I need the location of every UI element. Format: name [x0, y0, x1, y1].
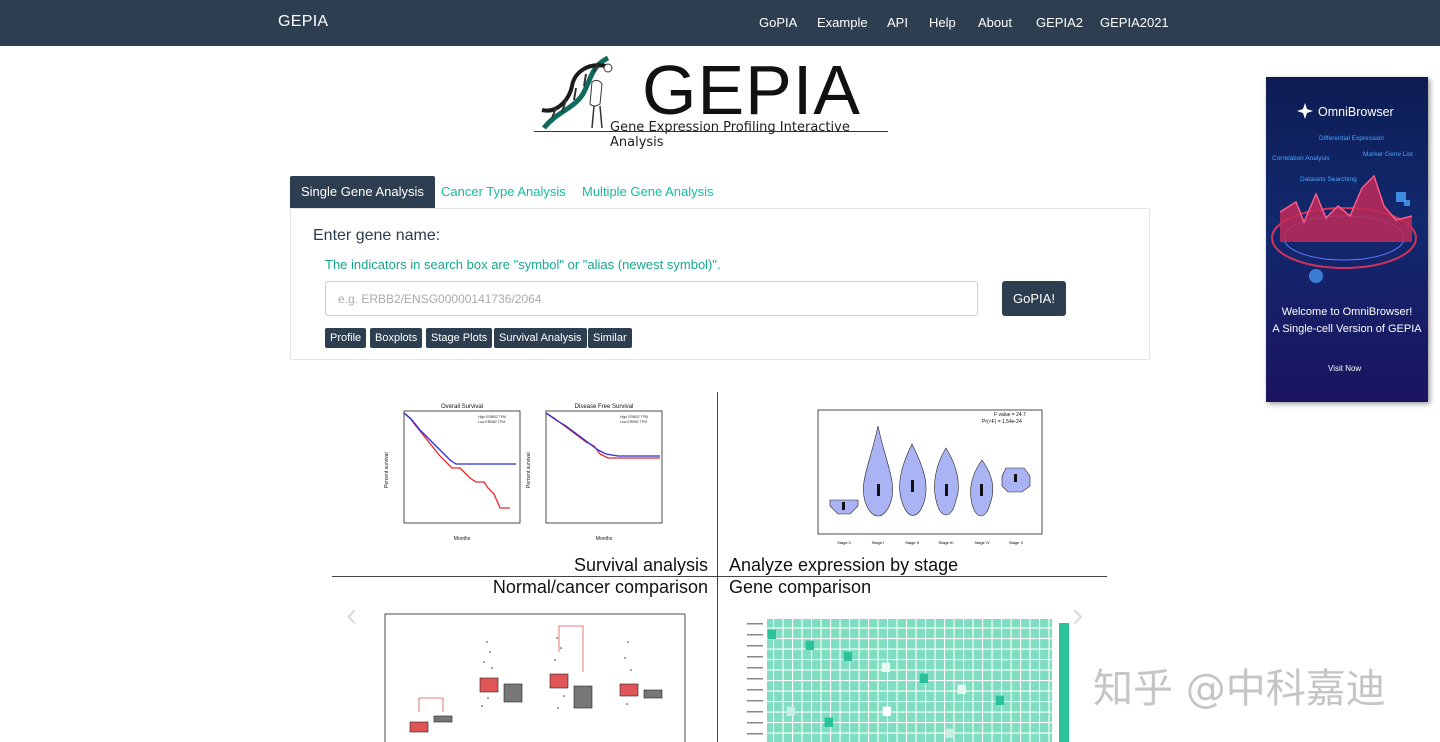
dna-mascot-icon	[541, 55, 613, 130]
tab-cancer-type[interactable]: Cancer Type Analysis	[430, 176, 577, 208]
dfs-legend-low: Low ERBB2 TPM	[620, 420, 647, 424]
gene-search-input[interactable]	[325, 281, 978, 316]
profile-button[interactable]: Profile	[325, 328, 367, 348]
search-hint: The indicators in search box are "symbol…	[325, 257, 721, 272]
enter-gene-label: Enter gene name:	[313, 227, 441, 244]
heatmap-image	[747, 619, 1069, 742]
nav-example[interactable]: Example	[817, 15, 868, 30]
carousel-next-icon[interactable]: ›	[1072, 596, 1083, 635]
nav-help[interactable]: Help	[929, 15, 956, 30]
logo-title: GEPIA	[642, 51, 861, 129]
boxplots-button[interactable]: Boxplots	[370, 328, 423, 348]
ad-feature-diffexp: Differential Expression	[1319, 135, 1384, 142]
tab-single-gene[interactable]: Single Gene Analysis	[290, 176, 435, 208]
dfs-xlabel: Months	[596, 536, 613, 542]
tab-multiple-gene[interactable]: Multiple Gene Analysis	[571, 176, 725, 208]
stage-plots-button[interactable]: Stage Plots	[426, 328, 493, 348]
top-navbar: GEPIA GoPIA Example API Help About GEPIA…	[0, 0, 1440, 46]
omnibrowser-ad-banner[interactable]: OmniBrowser Differential Expression Corr…	[1266, 77, 1428, 402]
stage-label-4: Stage IV	[974, 540, 990, 545]
os-xlabel: Months	[454, 536, 471, 542]
stage-label-5: Stage X	[1009, 540, 1024, 545]
ad-feature-correlation: Correlation Analysis	[1272, 155, 1330, 162]
zhihu-watermark: 知乎 @中科嘉迪	[1093, 666, 1386, 712]
stage-label-1: Stage I	[872, 540, 885, 545]
logo-subtitle: Gene Expression Profiling Interactive An…	[610, 120, 850, 150]
ad-graphic-icon	[1271, 174, 1417, 283]
dfs-ylabel: Percent survival	[526, 452, 532, 488]
caption-normal-cancer: Normal/cancer comparison	[492, 577, 708, 597]
nav-gopia[interactable]: GoPIA	[759, 15, 797, 30]
ad-feature-marker: Marker Gene List	[1363, 151, 1413, 158]
caption-survival: Survival analysis	[573, 555, 708, 575]
gopia-submit-button[interactable]: GoPIA!	[1002, 281, 1066, 316]
os-legend-high: High ERBB2 TPM	[478, 415, 506, 419]
ad-welcome-line2: A Single-cell Version of GEPIA	[1272, 323, 1422, 335]
ad-visit-now[interactable]: Visit Now	[1328, 364, 1361, 373]
boxplot-image	[384, 613, 686, 742]
stage-label-0: Stage 0	[837, 540, 852, 545]
os-legend-low: Low ERBB2 TPM	[478, 420, 505, 424]
survival-plots-image: Overall Survival High ERBB2 TPM Low ERBB…	[384, 404, 663, 542]
ad-welcome-line1: Welcome to OmniBrowser!	[1281, 306, 1413, 318]
nav-about[interactable]: About	[978, 15, 1012, 30]
caption-gene-comparison: Gene comparison	[729, 577, 872, 597]
stage-label-3: Stage III	[939, 540, 954, 545]
stage-fvalue: F value = 24.7	[994, 412, 1026, 418]
caption-stage: Analyze expression by stage	[729, 555, 959, 575]
carousel-horizontal-divider	[332, 576, 1107, 577]
os-title: Overall Survival	[441, 404, 483, 410]
brand-link[interactable]: GEPIA	[278, 13, 328, 31]
gepia-logo: GEPIA Gene Expression Profiling Interact…	[534, 51, 890, 150]
similar-button[interactable]: Similar	[588, 328, 632, 348]
stage-pr: Pr(>F) = 1.54e-24	[982, 419, 1022, 425]
survival-analysis-button[interactable]: Survival Analysis	[494, 328, 587, 348]
omnibrowser-logo-icon	[1297, 103, 1313, 119]
ad-brand: OmniBrowser	[1318, 105, 1394, 119]
nav-gepia2021[interactable]: GEPIA2021	[1100, 15, 1169, 30]
dfs-legend-high: High ERBB2 TPM	[620, 415, 648, 419]
stage-label-2: Stage II	[905, 540, 919, 545]
nav-gepia2[interactable]: GEPIA2	[1036, 15, 1083, 30]
carousel-prev-icon[interactable]: ‹	[346, 596, 357, 635]
carousel-vertical-divider	[717, 392, 718, 742]
dfs-title: Disease Free Survival	[575, 404, 634, 410]
os-ylabel: Percent survival	[384, 452, 390, 488]
stage-violin-image: F value = 24.7 Pr(>F) = 1.54e-24 Stage 0…	[817, 409, 1043, 545]
nav-api[interactable]: API	[887, 15, 908, 30]
